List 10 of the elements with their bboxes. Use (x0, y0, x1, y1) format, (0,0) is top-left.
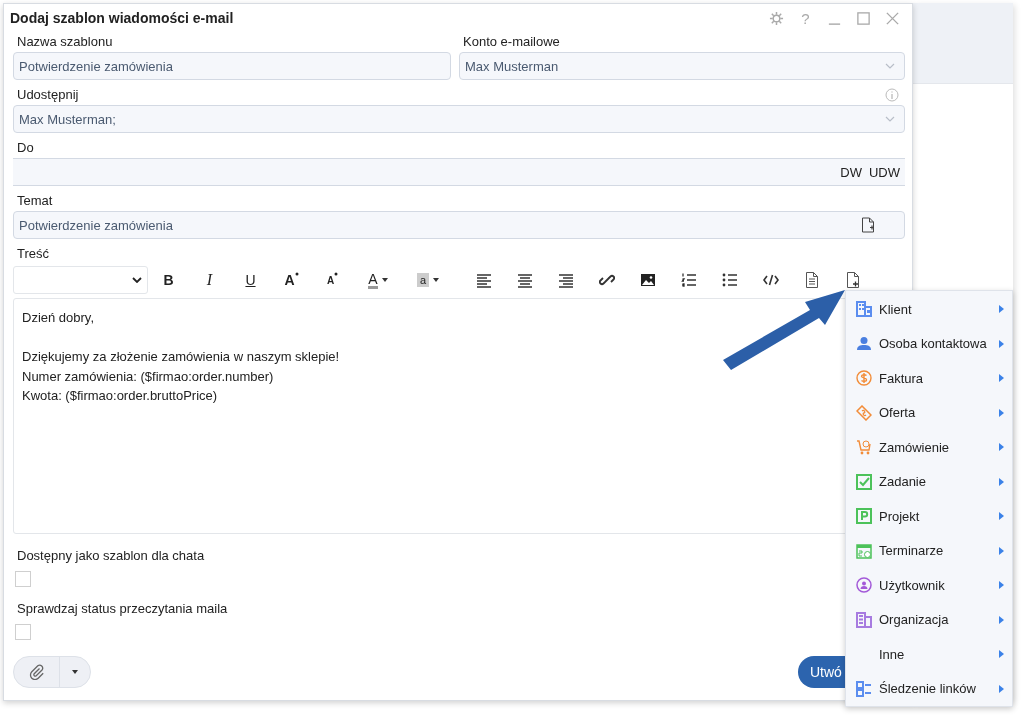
field-label: Konto e-mailowe (462, 33, 561, 51)
field-label: Temat (16, 192, 54, 210)
message-text: Dziękujemy za złożenie zamówienia w naszym sklepie! (22, 348, 341, 366)
field-label: Do (16, 139, 35, 157)
field-label: Nazwa szablonu (16, 33, 114, 51)
field-label: Udostępnij (16, 86, 79, 104)
checkbox-label: Sprawdzaj status przeczytania maila (16, 600, 229, 618)
field-label: Treść (16, 245, 51, 263)
message-text: Kwota: ($firmao:order.bruttoPrice) (22, 387, 219, 405)
window-title: Dodaj szablon wiadomości e-mail (10, 10, 234, 26)
